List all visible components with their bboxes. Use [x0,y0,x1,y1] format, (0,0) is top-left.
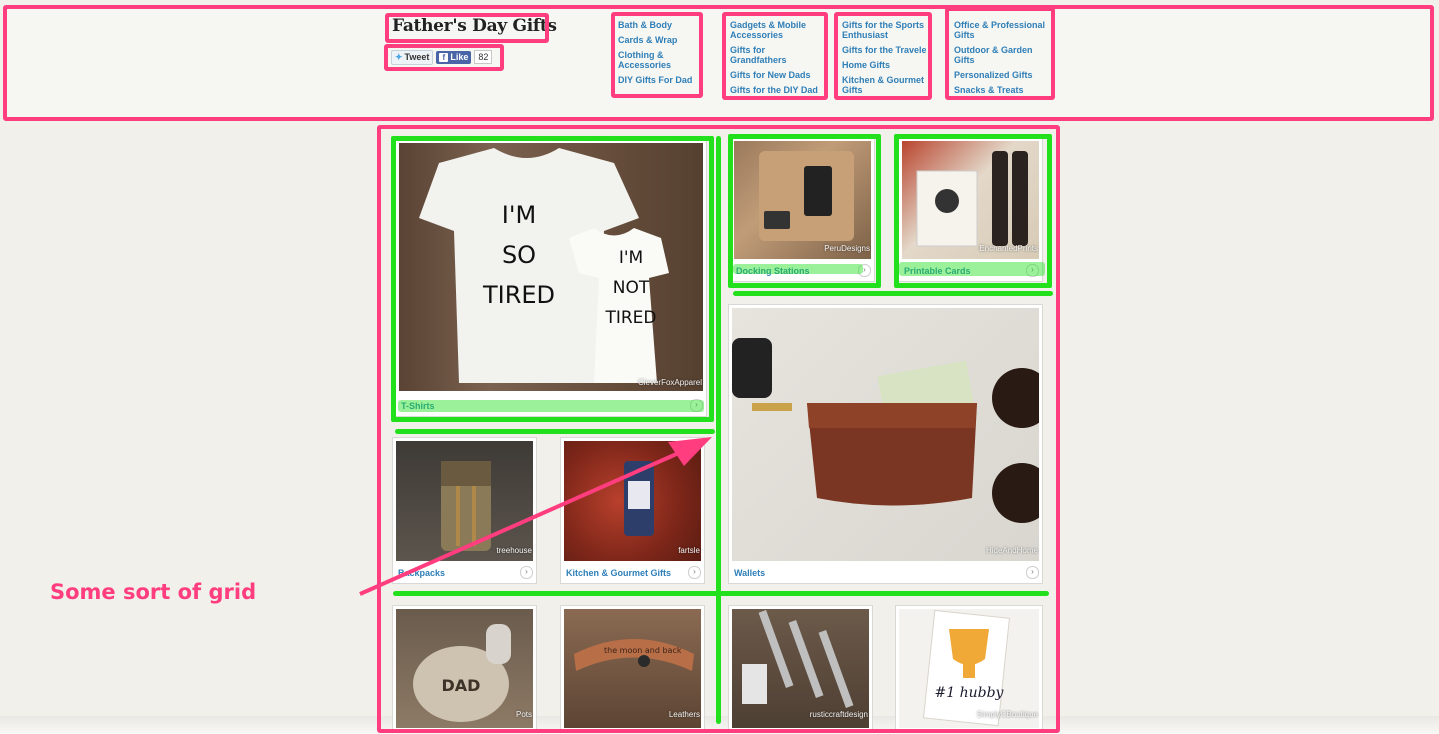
annotation-text: Some sort of grid [50,580,257,604]
annotation-arrow [359,437,712,596]
